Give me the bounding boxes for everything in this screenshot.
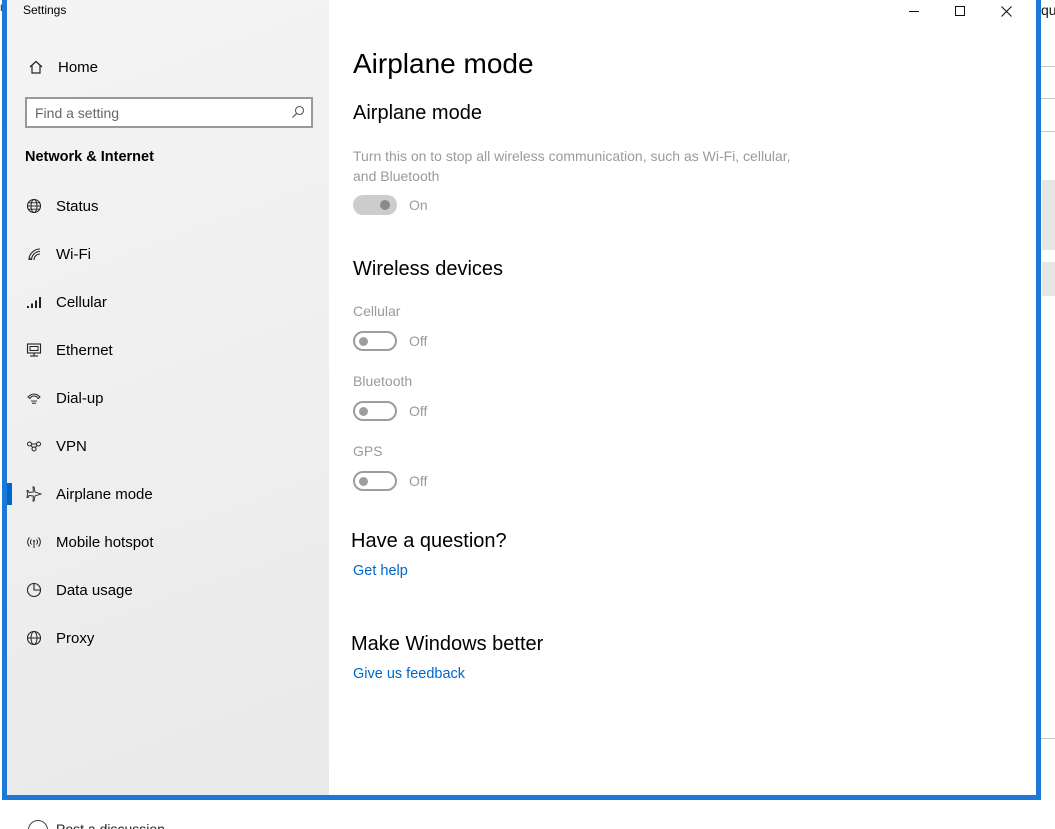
maximize-button[interactable] bbox=[937, 0, 983, 22]
sidebar-item-label: Cellular bbox=[56, 293, 107, 311]
settings-window: Home Network & Internet Status bbox=[2, 0, 1041, 800]
home-nav-item[interactable]: Home bbox=[25, 55, 98, 79]
cellular-toggle[interactable] bbox=[353, 331, 397, 351]
sidebar-item-label: VPN bbox=[56, 437, 87, 455]
post-discussion-radio[interactable] bbox=[28, 820, 48, 829]
sidebar-item-vpn[interactable]: VPN bbox=[7, 422, 329, 470]
sidebar-item-label: Mobile hotspot bbox=[56, 533, 154, 551]
sidebar-item-label: Airplane mode bbox=[56, 485, 153, 503]
airplane-mode-toggle[interactable] bbox=[353, 195, 397, 215]
toggle-knob bbox=[359, 407, 368, 416]
window-title: Settings bbox=[23, 3, 67, 17]
toggle-knob bbox=[359, 337, 368, 346]
toggle-knob bbox=[380, 200, 390, 210]
gps-state: Off bbox=[409, 473, 428, 489]
sidebar-item-label: Proxy bbox=[56, 629, 95, 647]
sidebar-item-label: Wi-Fi bbox=[56, 245, 91, 263]
background-panel bbox=[1042, 180, 1055, 250]
globe-status-icon bbox=[24, 196, 44, 216]
get-help-link[interactable]: Get help bbox=[353, 563, 408, 579]
divider bbox=[1040, 131, 1055, 132]
bluetooth-state: Off bbox=[409, 403, 428, 419]
search-icon[interactable] bbox=[291, 105, 305, 124]
divider bbox=[1040, 738, 1055, 739]
gps-label: GPS bbox=[353, 443, 383, 459]
section-heading: Network & Internet bbox=[25, 149, 154, 165]
home-icon bbox=[25, 59, 47, 75]
hotspot-icon bbox=[24, 532, 44, 552]
give-feedback-link[interactable]: Give us feedback bbox=[353, 666, 465, 682]
vpn-icon bbox=[24, 436, 44, 456]
cellular-state: Off bbox=[409, 333, 428, 349]
sidebar-item-label: Status bbox=[56, 197, 99, 215]
wireless-devices-heading: Wireless devices bbox=[353, 258, 504, 280]
airplane-mode-heading: Airplane mode bbox=[353, 102, 482, 124]
airplane-mode-state: On bbox=[409, 197, 428, 213]
dial-up-phone-icon bbox=[24, 388, 44, 408]
background-panel bbox=[1042, 262, 1055, 296]
airplane-icon bbox=[24, 484, 44, 504]
search-box[interactable] bbox=[25, 97, 313, 128]
background-bottom-strip: Post a discussion bbox=[0, 801, 1055, 829]
home-label: Home bbox=[58, 58, 99, 76]
wifi-icon bbox=[24, 244, 44, 264]
close-icon bbox=[1000, 5, 1012, 17]
sidebar-item-cellular[interactable]: Cellular bbox=[7, 278, 329, 326]
sidebar-item-data-usage[interactable]: Data usage bbox=[7, 566, 329, 614]
close-button[interactable] bbox=[983, 0, 1029, 22]
cellular-label: Cellular bbox=[353, 303, 401, 319]
sidebar: Home Network & Internet Status bbox=[7, 0, 329, 795]
background-window-right: qu bbox=[1040, 0, 1055, 800]
data-usage-pie-icon bbox=[24, 580, 44, 600]
minimize-icon bbox=[909, 10, 919, 12]
post-discussion-label: Post a discussion bbox=[56, 821, 165, 829]
bluetooth-toggle[interactable] bbox=[353, 401, 397, 421]
sidebar-item-label: Dial-up bbox=[56, 389, 104, 407]
make-windows-better-heading: Make Windows better bbox=[351, 633, 544, 655]
toggle-knob bbox=[359, 477, 368, 486]
sidebar-item-dial-up[interactable]: Dial-up bbox=[7, 374, 329, 422]
maximize-icon bbox=[955, 6, 965, 16]
sidebar-item-label: Ethernet bbox=[56, 341, 113, 359]
minimize-button[interactable] bbox=[891, 0, 937, 22]
ethernet-icon bbox=[24, 340, 44, 360]
main-content: Airplane mode Airplane mode Turn this on… bbox=[329, 0, 1036, 795]
airplane-mode-description: Turn this on to stop all wireless commun… bbox=[353, 148, 791, 184]
bluetooth-label: Bluetooth bbox=[353, 373, 413, 389]
sidebar-nav: Status Wi-Fi Cellular Ethernet Dial-up V… bbox=[7, 182, 329, 662]
search-input[interactable] bbox=[35, 103, 285, 123]
page-title: Airplane mode bbox=[353, 48, 534, 79]
sidebar-item-mobile-hotspot[interactable]: Mobile hotspot bbox=[7, 518, 329, 566]
sidebar-item-airplane-mode[interactable]: Airplane mode bbox=[7, 470, 329, 518]
sidebar-item-ethernet[interactable]: Ethernet bbox=[7, 326, 329, 374]
divider bbox=[1040, 98, 1055, 99]
cellular-signal-icon bbox=[24, 292, 44, 312]
background-fragment-text: qu bbox=[1041, 2, 1055, 18]
gps-toggle[interactable] bbox=[353, 471, 397, 491]
divider bbox=[1040, 66, 1055, 67]
title-bar: Settings bbox=[7, 0, 1036, 22]
sidebar-item-status[interactable]: Status bbox=[7, 182, 329, 230]
sidebar-item-proxy[interactable]: Proxy bbox=[7, 614, 329, 662]
sidebar-item-wifi[interactable]: Wi-Fi bbox=[7, 230, 329, 278]
sidebar-item-label: Data usage bbox=[56, 581, 133, 599]
proxy-globe-icon bbox=[24, 628, 44, 648]
have-a-question-heading: Have a question? bbox=[351, 530, 507, 552]
